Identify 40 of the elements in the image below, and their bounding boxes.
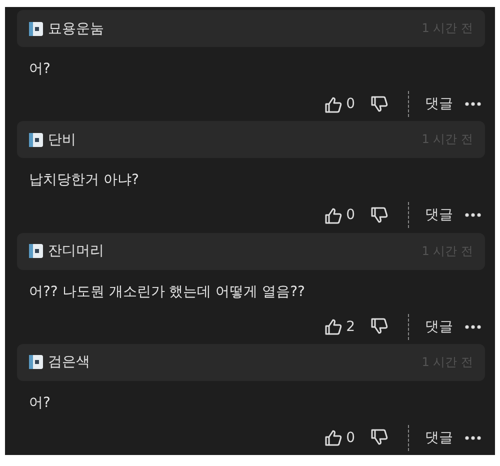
author-name: 검은색: [48, 353, 90, 372]
comment-text: 어?: [28, 60, 52, 79]
like-button[interactable]: 2: [325, 318, 355, 335]
reply-button[interactable]: 댓글: [425, 206, 453, 224]
thumbs-down-icon: [371, 429, 388, 446]
thumbs-up-icon: [325, 318, 342, 335]
comment-text: 납치당한거 아냐?: [28, 171, 140, 190]
thumbs-up-icon: [325, 96, 342, 112]
thumbs-down-icon: [371, 318, 388, 335]
more-icon: [465, 436, 481, 440]
more-button[interactable]: [465, 436, 481, 440]
avatar-icon: [29, 132, 43, 147]
dislike-button[interactable]: [371, 96, 388, 112]
author-name: 잔디머리: [48, 242, 104, 260]
avatar-icon: [29, 244, 43, 258]
like-button[interactable]: 0: [325, 96, 355, 112]
thumbs-up-icon: [325, 429, 342, 446]
reply-button[interactable]: 댓글: [425, 318, 453, 336]
reply-button[interactable]: 댓글: [425, 428, 453, 447]
comment-text: 어?? 나도뭔 개소린가 했는데 어떻게 열음??: [28, 282, 306, 302]
more-icon: [465, 324, 481, 328]
avatar-icon: [29, 355, 43, 370]
more-button[interactable]: [465, 102, 481, 106]
more-button[interactable]: [465, 324, 481, 328]
more-icon: [465, 213, 481, 218]
like-button[interactable]: 0: [325, 429, 355, 446]
more-icon: [465, 102, 481, 106]
dislike-button[interactable]: [371, 206, 388, 224]
author-name: 단비: [48, 130, 76, 149]
dislike-button[interactable]: [371, 429, 388, 446]
like-button[interactable]: 0: [325, 206, 355, 224]
thumbs-up-icon: [325, 206, 342, 224]
thumbs-down-icon: [371, 96, 388, 112]
author-name: 묘용운눔: [48, 20, 104, 38]
thumbs-down-icon: [371, 206, 388, 224]
reply-button[interactable]: 댓글: [425, 95, 453, 113]
comment-text: 어?: [28, 394, 52, 413]
more-button[interactable]: [465, 213, 481, 218]
dislike-button[interactable]: [371, 318, 388, 335]
avatar-icon: [29, 22, 43, 36]
